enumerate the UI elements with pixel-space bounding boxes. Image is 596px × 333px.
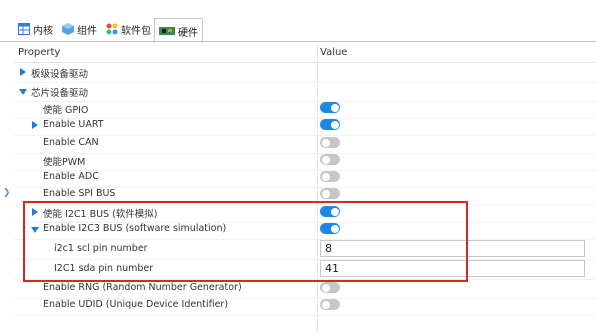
tab-bar: 内核 组件 软件包 硬件 [0,0,596,43]
row-label: 使能PWM [43,157,86,168]
spi-toggle[interactable] [320,188,340,199]
pwm-toggle[interactable] [320,154,340,165]
gpio-toggle[interactable] [320,102,340,113]
tab-hardware[interactable]: 硬件 [154,18,203,43]
row-udid[interactable]: Enable UDID (Unique Device Identifier) [14,296,596,316]
expand-arrow-icon[interactable] [32,121,38,129]
tab-divider [0,41,596,42]
header-property: Property [18,47,61,58]
row-label: 芯片设备驱动 [31,88,89,99]
rng-toggle[interactable] [320,282,340,293]
row-label: Enable UART [43,119,104,130]
tab-components-label: 组件 [77,25,97,37]
table-icon [18,23,30,35]
tab-kernel-label: 内核 [33,25,53,37]
row-label: Enable SPI BUS [43,188,116,199]
tab-hardware-label: 硬件 [178,27,198,39]
tab-packages-label: 软件包 [121,25,151,37]
property-grid: Property Value 板级设备驱动 芯片设备驱动 使能 GPIO Ena… [14,44,596,333]
tab-components[interactable]: 组件 [62,18,97,40]
udid-toggle[interactable] [320,299,340,310]
tab-kernel[interactable]: 内核 [18,18,53,40]
grid-header: Property Value [14,44,596,63]
row-uart[interactable]: Enable UART [14,116,596,136]
row-label: Enable RNG (Random Number Generator) [43,282,242,293]
row-label: 板级设备驱动 [31,69,89,80]
header-value: Value [320,47,348,58]
row-label: Enable ADC [43,171,99,182]
row-board-drivers[interactable]: 板级设备驱动 [14,63,596,83]
row-label: Enable CAN [43,137,99,148]
packages-icon [106,23,118,35]
sidebar-expand-icon[interactable]: ❯ [3,188,11,198]
row-label: 使能 GPIO [43,105,89,116]
row-label: Enable UDID (Unique Device Identifier) [43,299,229,310]
cube-icon [62,23,74,35]
tab-packages[interactable]: 软件包 [106,18,151,40]
highlight-box [23,201,468,282]
expand-arrow-icon[interactable] [20,68,26,76]
board-icon [159,25,175,37]
uart-toggle[interactable] [320,119,340,130]
can-toggle[interactable] [320,137,340,148]
collapse-arrow-icon[interactable] [19,89,27,95]
adc-toggle[interactable] [320,171,340,182]
